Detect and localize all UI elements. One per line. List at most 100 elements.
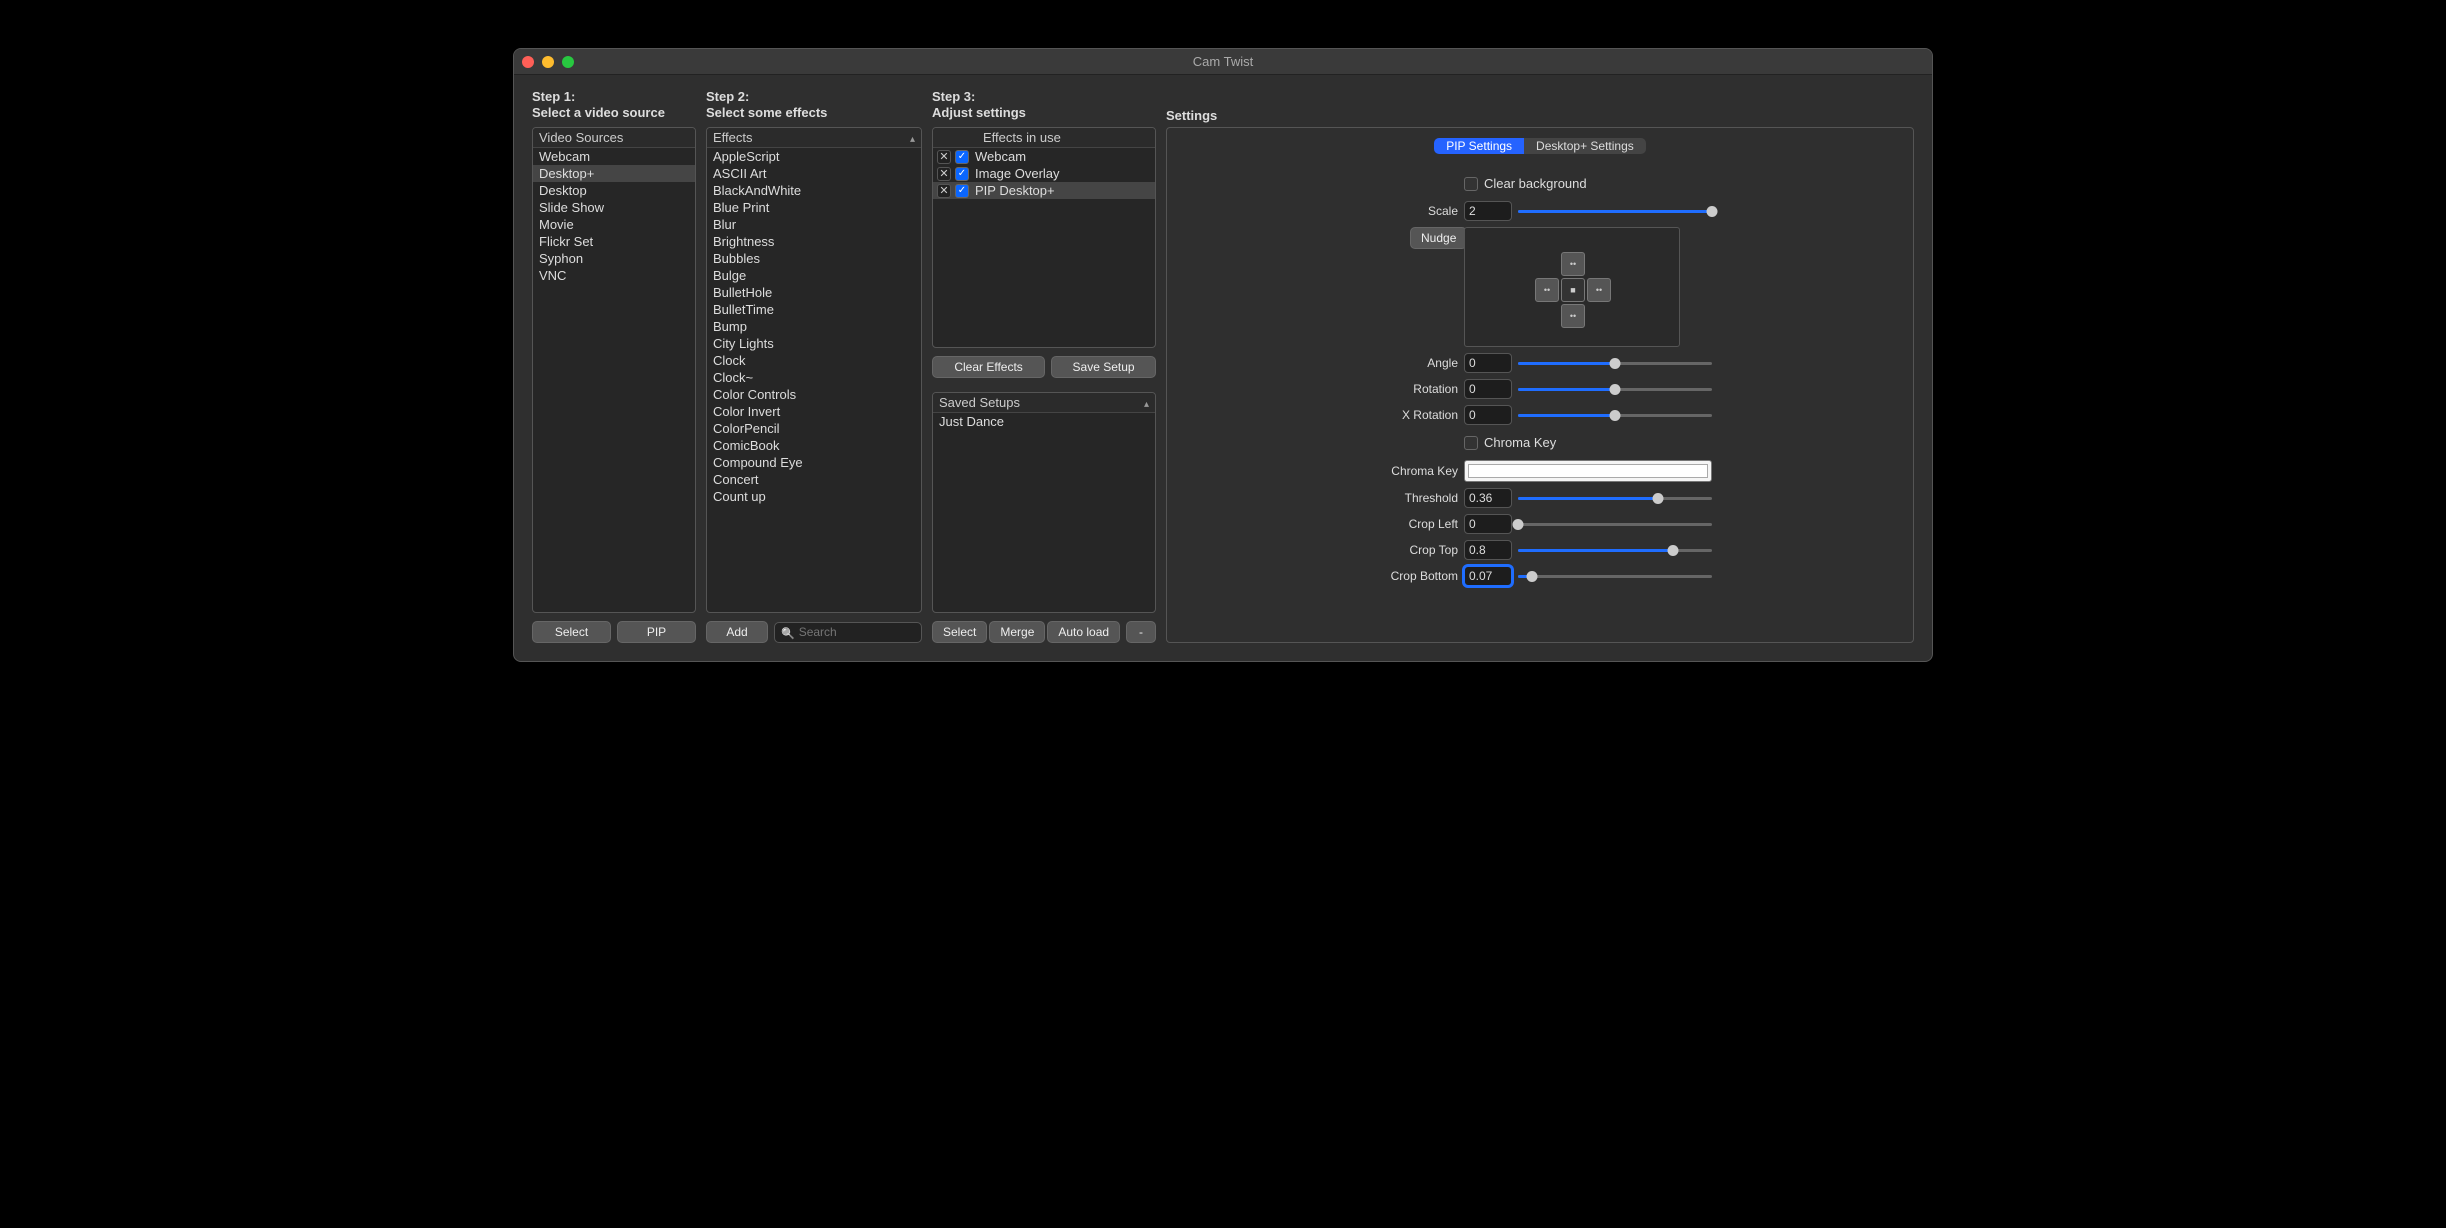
effects-in-use-header[interactable]: Effects in use — [933, 128, 1155, 148]
scale-slider[interactable] — [1518, 204, 1712, 218]
merge-button[interactable]: Merge — [989, 621, 1045, 643]
crop-bottom-input[interactable] — [1464, 566, 1512, 586]
position-down-button[interactable]: •• — [1561, 304, 1585, 328]
video-source-item[interactable]: Syphon — [533, 250, 695, 267]
effect-item[interactable]: ComicBook — [707, 437, 921, 454]
position-pad[interactable]: •• •• ■ •• •• — [1464, 227, 1680, 347]
video-source-item[interactable]: Slide Show — [533, 199, 695, 216]
remove-effect-icon[interactable]: ✕ — [937, 167, 951, 181]
effect-item[interactable]: Compound Eye — [707, 454, 921, 471]
effect-item[interactable]: Concert — [707, 471, 921, 488]
effect-item[interactable]: City Lights — [707, 335, 921, 352]
effect-item[interactable]: BulletHole — [707, 284, 921, 301]
select-setup-button[interactable]: Select — [932, 621, 987, 643]
clear-background-checkbox[interactable] — [1464, 177, 1478, 191]
effect-item[interactable]: Clock~ — [707, 369, 921, 386]
window-title: Cam Twist — [514, 54, 1932, 69]
effect-enabled-checkbox[interactable]: ✓ — [955, 150, 969, 164]
step-1-label: Step 1:Select a video source — [532, 89, 696, 123]
effects-list: Effects AppleScriptASCII ArtBlackAndWhit… — [706, 127, 922, 613]
tab-pip-settings[interactable]: PIP Settings — [1434, 138, 1524, 154]
add-button[interactable]: Add — [706, 621, 768, 643]
crop-left-input[interactable] — [1464, 514, 1512, 534]
pip-button[interactable]: PIP — [617, 621, 696, 643]
video-sources-list: Video Sources WebcamDesktop+DesktopSlide… — [532, 127, 696, 613]
video-source-item[interactable]: Desktop+ — [533, 165, 695, 182]
threshold-input[interactable] — [1464, 488, 1512, 508]
effect-item[interactable]: AppleScript — [707, 148, 921, 165]
crop-left-label: Crop Left — [1368, 517, 1458, 531]
step-2-label: Step 2:Select some effects — [706, 89, 922, 123]
search-input[interactable] — [799, 625, 915, 639]
position-up-button[interactable]: •• — [1561, 252, 1585, 276]
effect-item[interactable]: Bulge — [707, 267, 921, 284]
step-3-label: Step 3:Adjust settings — [932, 89, 1156, 123]
effect-item[interactable]: Count up — [707, 488, 921, 505]
saved-setups-header[interactable]: Saved Setups — [933, 393, 1155, 413]
video-sources-header[interactable]: Video Sources — [533, 128, 695, 148]
effect-item[interactable]: Bump — [707, 318, 921, 335]
effect-item[interactable]: Color Invert — [707, 403, 921, 420]
threshold-slider[interactable] — [1518, 491, 1712, 505]
app-window: Cam Twist Step 1:Select a video source V… — [513, 48, 1933, 662]
saved-setups-list: Saved Setups Just Dance — [932, 392, 1156, 613]
saved-setup-item[interactable]: Just Dance — [933, 413, 1155, 430]
remove-effect-icon[interactable]: ✕ — [937, 150, 951, 164]
crop-top-label: Crop Top — [1368, 543, 1458, 557]
crop-top-input[interactable] — [1464, 540, 1512, 560]
effect-in-use-row[interactable]: ✕ ✓ Webcam — [933, 148, 1155, 165]
x-rotation-slider[interactable] — [1518, 408, 1712, 422]
crop-left-slider[interactable] — [1518, 517, 1712, 531]
effect-in-use-label: Webcam — [973, 149, 1026, 164]
chroma-key-colorwell[interactable] — [1464, 460, 1712, 482]
effect-item[interactable]: Bubbles — [707, 250, 921, 267]
effect-enabled-checkbox[interactable]: ✓ — [955, 184, 969, 198]
x-rotation-input[interactable] — [1464, 405, 1512, 425]
video-source-item[interactable]: VNC — [533, 267, 695, 284]
effect-item[interactable]: ASCII Art — [707, 165, 921, 182]
effect-item[interactable]: Blue Print — [707, 199, 921, 216]
effect-item[interactable]: Blur — [707, 216, 921, 233]
crop-top-slider[interactable] — [1518, 543, 1712, 557]
remove-effect-icon[interactable]: ✕ — [937, 184, 951, 198]
select-button[interactable]: Select — [532, 621, 611, 643]
effect-in-use-row[interactable]: ✕✓Image Overlay — [933, 165, 1155, 182]
effect-in-use-row[interactable]: ✕✓PIP Desktop+ — [933, 182, 1155, 199]
effect-item[interactable]: Brightness — [707, 233, 921, 250]
chroma-key-checkbox[interactable] — [1464, 436, 1478, 450]
effects-header[interactable]: Effects — [707, 128, 921, 148]
video-source-item[interactable]: Flickr Set — [533, 233, 695, 250]
effect-item[interactable]: BlackAndWhite — [707, 182, 921, 199]
sort-indicator-icon — [1144, 395, 1149, 410]
position-right-button[interactable]: •• — [1587, 278, 1611, 302]
tab-desktop-settings[interactable]: Desktop+ Settings — [1524, 138, 1646, 154]
effect-enabled-checkbox[interactable]: ✓ — [955, 167, 969, 181]
search-field[interactable] — [774, 622, 922, 643]
save-setup-button[interactable]: Save Setup — [1051, 356, 1156, 378]
effect-item[interactable]: Clock — [707, 352, 921, 369]
video-source-item[interactable]: Movie — [533, 216, 695, 233]
scale-input[interactable] — [1464, 201, 1512, 221]
rotation-input[interactable] — [1464, 379, 1512, 399]
angle-slider[interactable] — [1518, 356, 1712, 370]
crop-bottom-slider[interactable] — [1518, 569, 1712, 583]
clear-background-label: Clear background — [1484, 176, 1587, 191]
remove-setup-button[interactable]: - — [1126, 621, 1156, 643]
clear-effects-button[interactable]: Clear Effects — [932, 356, 1045, 378]
position-left-button[interactable]: •• — [1535, 278, 1559, 302]
settings-tabs: PIP Settings Desktop+ Settings — [1434, 138, 1646, 154]
sort-indicator-icon — [910, 130, 915, 145]
video-source-item[interactable]: Desktop — [533, 182, 695, 199]
position-center-button[interactable]: ■ — [1561, 278, 1585, 302]
effect-item[interactable]: BulletTime — [707, 301, 921, 318]
chroma-key-label: Chroma Key — [1368, 464, 1458, 478]
titlebar: Cam Twist — [514, 49, 1932, 75]
autoload-button[interactable]: Auto load — [1047, 621, 1120, 643]
nudge-button[interactable]: Nudge — [1410, 227, 1467, 249]
effect-item[interactable]: ColorPencil — [707, 420, 921, 437]
effect-item[interactable]: Color Controls — [707, 386, 921, 403]
angle-input[interactable] — [1464, 353, 1512, 373]
rotation-slider[interactable] — [1518, 382, 1712, 396]
threshold-label: Threshold — [1368, 491, 1458, 505]
video-source-item[interactable]: Webcam — [533, 148, 695, 165]
